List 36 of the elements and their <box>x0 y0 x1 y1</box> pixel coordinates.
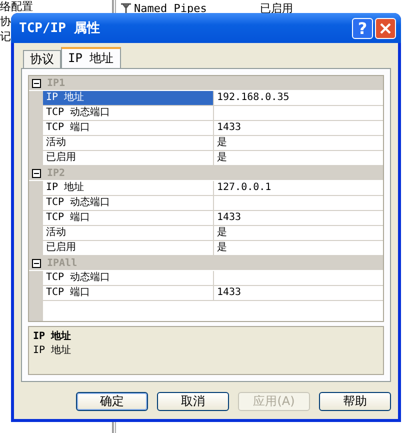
collapse-toggle[interactable] <box>32 78 41 88</box>
property-name[interactable]: IP 地址 <box>43 181 214 196</box>
tree-item[interactable]: 络配置 <box>0 0 112 15</box>
property-name[interactable]: TCP 动态端口 <box>43 271 214 286</box>
tab[interactable]: IP 地址 <box>61 47 121 68</box>
property-name[interactable]: TCP 动态端口 <box>43 196 214 211</box>
property-name[interactable]: IP 地址 <box>43 91 214 106</box>
property-name[interactable]: TCP 动态端口 <box>43 106 214 121</box>
pipe-icon <box>120 2 132 14</box>
description-title: IP 地址 <box>33 330 72 344</box>
description-text: IP 地址 <box>33 344 72 358</box>
window-title: TCP/IP 属性 <box>19 20 101 37</box>
protocol-name[interactable]: Named Pipes <box>134 2 258 14</box>
property-value[interactable]: 是 <box>214 226 383 241</box>
close-icon <box>380 22 391 34</box>
property-value[interactable]: 1433 <box>214 121 383 136</box>
group-header: IPAll <box>47 258 78 268</box>
collapse-toggle[interactable] <box>32 258 41 268</box>
property-value[interactable]: 是 <box>214 136 383 151</box>
protocol-status: 已启用 <box>260 0 293 16</box>
property-name[interactable]: 活动 <box>43 136 214 151</box>
property-value[interactable]: 192.168.0.35 <box>214 91 383 106</box>
property-name[interactable]: 活动 <box>43 226 214 241</box>
dialog-button[interactable]: 取消 <box>157 392 229 411</box>
group-header: IP2 <box>47 168 66 178</box>
property-name[interactable]: TCP 端口 <box>43 211 214 226</box>
dialog-button[interactable]: 帮助 <box>319 392 391 411</box>
close-button[interactable] <box>375 18 396 38</box>
property-value[interactable]: 1433 <box>214 211 383 226</box>
help-button[interactable]: ? <box>352 18 373 38</box>
group-header: IP1 <box>47 78 66 88</box>
tab[interactable]: 协议 <box>23 50 61 68</box>
property-name[interactable]: TCP 端口 <box>43 121 214 136</box>
dialog-button[interactable]: 确定 <box>76 392 148 411</box>
collapse-toggle[interactable] <box>32 168 41 178</box>
property-value[interactable]: 127.0.0.1 <box>214 181 383 196</box>
